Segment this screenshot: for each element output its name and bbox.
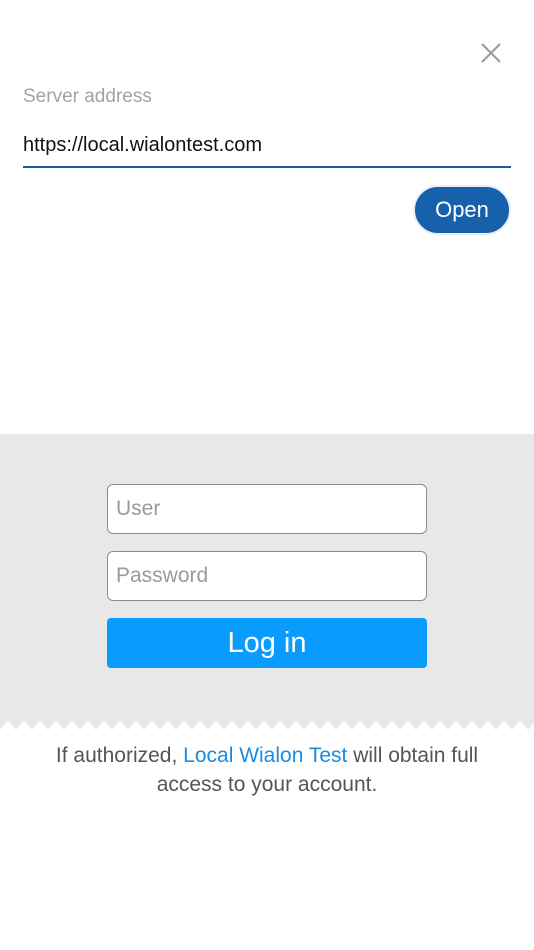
open-button[interactable]: Open [413,185,511,235]
password-input[interactable] [107,551,427,601]
user-input[interactable] [107,484,427,534]
close-icon[interactable] [476,38,506,68]
notice-suffix: will obtain full [347,744,479,767]
server-address-input[interactable] [23,128,511,168]
notice-prefix: If authorized, [55,744,184,767]
notice-line2: access to your account. [156,773,378,796]
authorization-notice: If authorized, Local Wialon Test will ob… [0,741,534,799]
app-name-link[interactable]: Local Wialon Test [183,744,347,767]
zigzag-divider [0,720,534,730]
server-address-label: Server address [23,86,152,107]
login-button[interactable]: Log in [107,618,427,668]
